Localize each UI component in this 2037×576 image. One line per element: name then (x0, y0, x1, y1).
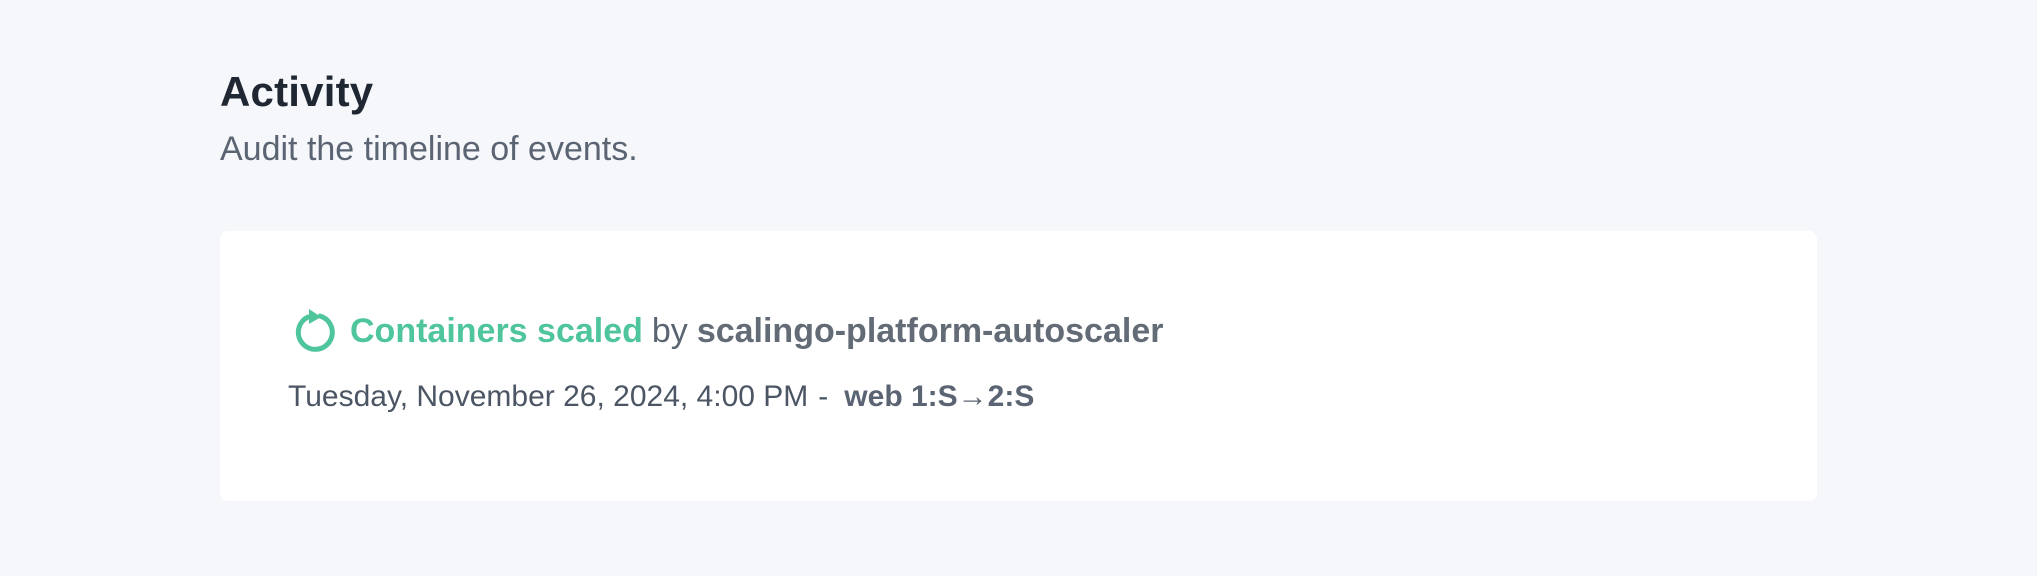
event-type-link[interactable]: Containers scaled (350, 309, 643, 353)
activity-card: Containers scaled by scalingo-platform-a… (220, 231, 1817, 501)
rotate-left-icon (288, 305, 340, 357)
event-headline: Containers scaled by scalingo-platform-a… (288, 305, 1163, 357)
page-subtitle: Audit the timeline of events. (220, 130, 638, 168)
event-change: web 1:S→2:S (844, 380, 1035, 413)
event-by-label: by (651, 312, 688, 350)
event-date: Tuesday, November 26, 2024, 4:00 PM (288, 380, 809, 413)
event-separator: - (818, 380, 829, 413)
page-title: Activity (220, 68, 374, 115)
event-actor: scalingo-platform-autoscaler (696, 312, 1164, 350)
event-meta: Tuesday, November 26, 2024, 4:00 PM - we… (288, 377, 1034, 417)
page-header: Activity Audit the timeline of events. (220, 66, 638, 170)
